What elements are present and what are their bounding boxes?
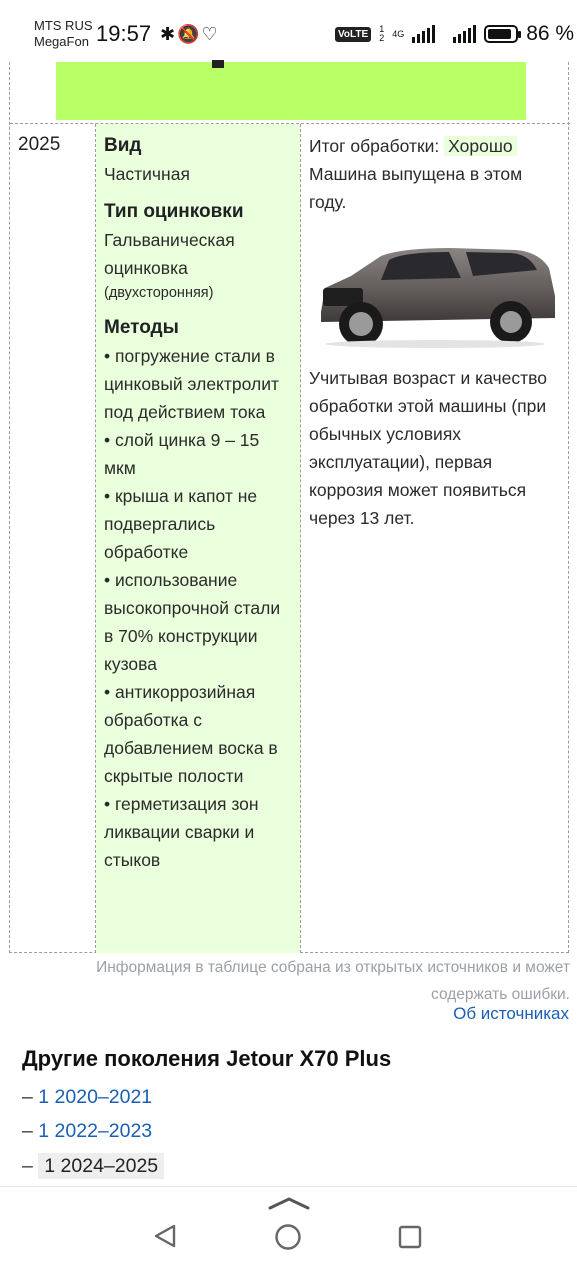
released-note: Машина выпущена в этом году. xyxy=(309,164,523,212)
galvanization-value: Гальваническая оцинковка xyxy=(104,230,235,278)
clock: 19:57 xyxy=(96,21,152,46)
method-item: • антикоррозийная обработка с добавление… xyxy=(104,682,278,786)
car-image xyxy=(321,248,555,348)
rating-badge: Хорошо xyxy=(444,136,517,156)
corrosion-table: 2025 Вид Частичная Тип оцинковки Гальван… xyxy=(9,60,570,953)
carrier-2: MegaFon xyxy=(34,34,89,49)
result-line: Итог обработки: Хорошо xyxy=(309,132,561,160)
other-generations-title: Другие поколения Jetour X70 Plus xyxy=(22,1046,392,1071)
list-item: – 1 2020–2021 xyxy=(22,1086,153,1108)
mute-icon: 🔕 xyxy=(177,24,202,44)
methods-heading: Методы xyxy=(104,317,179,338)
list-item: – 1 2022–2023 xyxy=(22,1120,153,1142)
status-bar: MTS RUS MegaFon 19:57 ✱🔕♡ VoLTE 12 4G 86… xyxy=(0,0,577,62)
network-type: 4G xyxy=(392,28,405,39)
carrier-1: MTS RUS xyxy=(34,18,93,33)
system-icons: VoLTE 12 4G 86 % xyxy=(335,22,574,46)
type-heading: Вид xyxy=(104,135,142,156)
result-label: Итог обработки: xyxy=(309,136,440,156)
method-item: • крыша и капот не подвергались обработк… xyxy=(104,486,258,562)
battery-icon xyxy=(484,25,522,43)
signal-2-icon xyxy=(453,25,477,43)
method-item: • герметизация зон ликвации сварки и сты… xyxy=(104,794,259,870)
result-cell: Итог обработки: Хорошо Машина выпущена в… xyxy=(301,124,569,953)
header-text-fragment xyxy=(212,60,224,68)
system-nav-bar xyxy=(0,1186,577,1280)
notification-icons: ✱🔕♡ xyxy=(160,24,220,45)
chevron-up-icon[interactable] xyxy=(268,1195,310,1211)
battery-percent: 86 % xyxy=(526,22,575,45)
home-icon[interactable] xyxy=(274,1223,302,1251)
carrier-names: MTS RUS MegaFon xyxy=(34,18,93,50)
galvanization-heading: Тип оцинковки xyxy=(104,201,244,222)
back-icon[interactable] xyxy=(152,1223,178,1249)
method-item: • использование высокопрочной стали в 70… xyxy=(104,570,281,674)
sources-link[interactable]: Об источниках xyxy=(453,1004,569,1024)
year-cell: 2025 xyxy=(10,124,96,953)
corrosion-forecast: Учитывая возраст и качество обработки эт… xyxy=(309,368,548,528)
sim-indicator-icon: 12 xyxy=(379,24,385,43)
bluetooth-icon: ✱ xyxy=(160,24,178,44)
table-header-banner xyxy=(56,60,526,120)
heart-rate-icon: ♡ xyxy=(201,24,220,44)
battery-fill xyxy=(488,29,511,39)
method-item: • погружение стали в цинковый электролит… xyxy=(104,346,279,422)
type-value: Частичная xyxy=(104,164,190,184)
galvanization-note: (двухсторонняя) xyxy=(104,285,214,301)
recent-apps-icon[interactable] xyxy=(398,1225,422,1249)
method-item: • слой цинка 9 – 15 мкм xyxy=(104,430,260,478)
current-generation: 1 2024–2025 xyxy=(38,1153,165,1179)
table-disclaimer: Информация в таблице собрана из открытых… xyxy=(96,959,570,1003)
volte-icon: VoLTE xyxy=(335,26,372,42)
list-item: – 1 2024–2025 xyxy=(22,1153,165,1179)
table-row: 2025 Вид Частичная Тип оцинковки Гальван… xyxy=(10,123,570,953)
generation-link-2022-2023[interactable]: 1 2022–2023 xyxy=(38,1120,152,1142)
treatment-info-cell: Вид Частичная Тип оцинковки Гальваническ… xyxy=(96,124,301,953)
signal-1-icon xyxy=(412,25,436,43)
generation-link-2020-2021[interactable]: 1 2020–2021 xyxy=(38,1086,152,1108)
